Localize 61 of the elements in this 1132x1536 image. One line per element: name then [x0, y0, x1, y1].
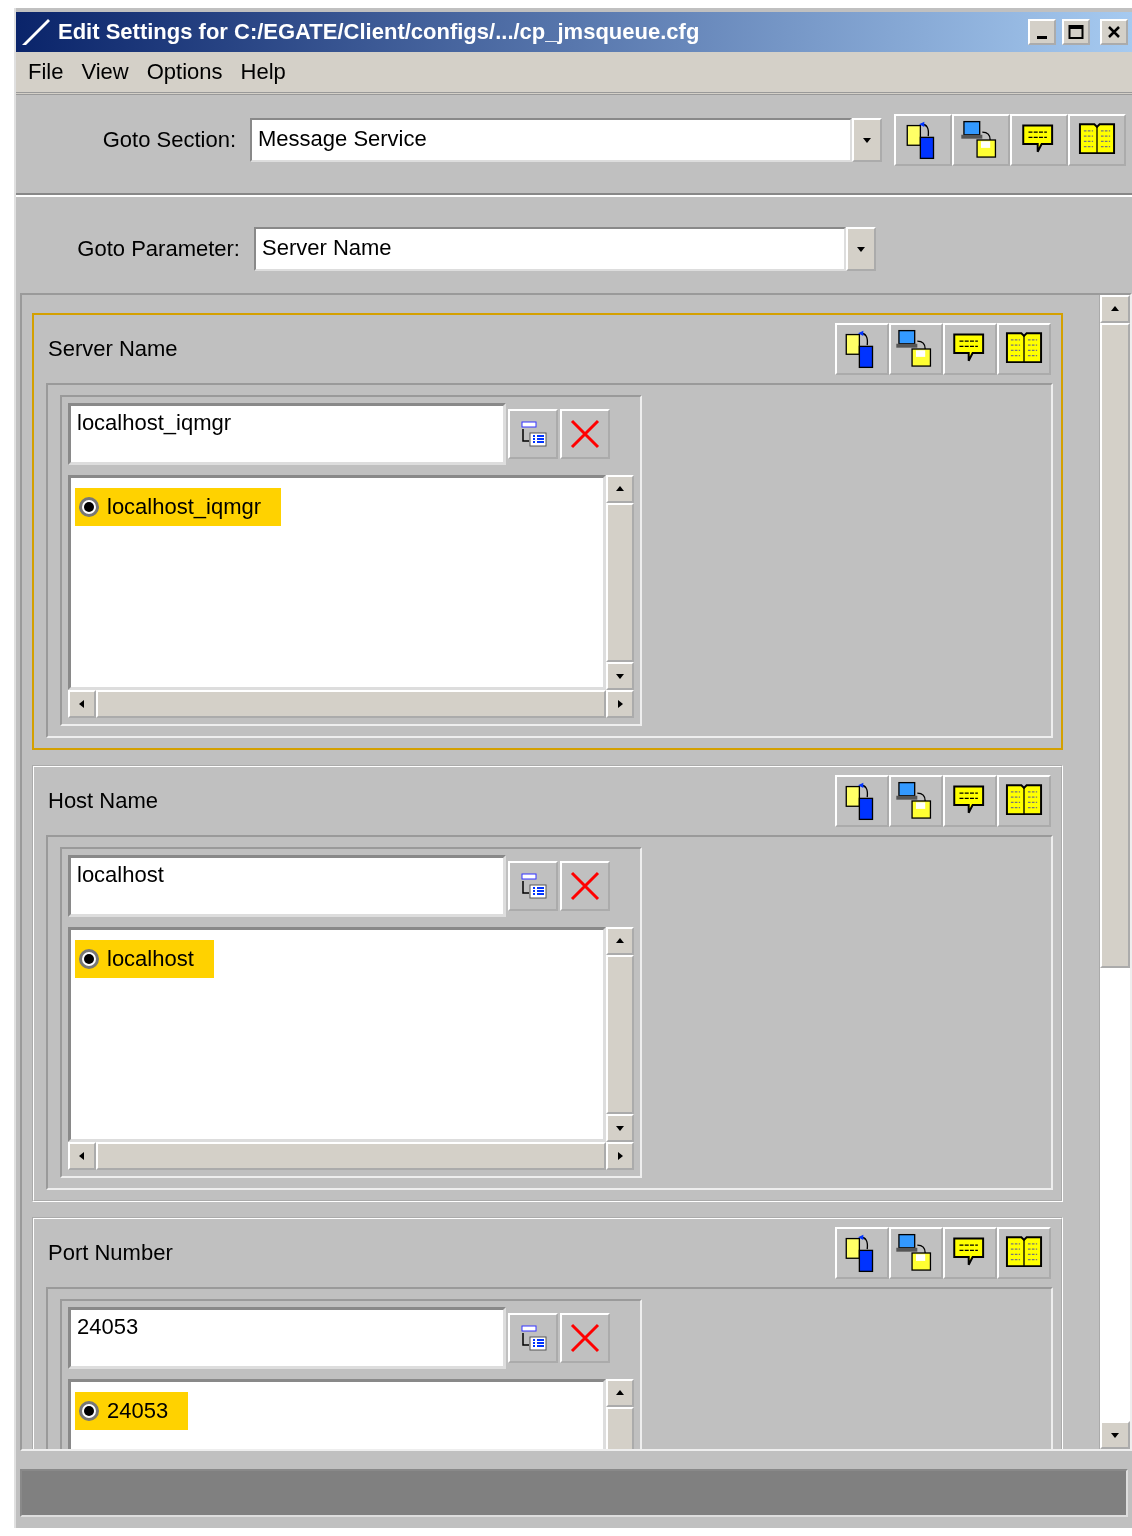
copy-to-device-button[interactable]: [894, 114, 952, 166]
field-label: Goto Parameter:: [76, 236, 241, 262]
field-label: Goto Section:: [101, 127, 237, 153]
value-field[interactable]: 24053: [68, 1307, 506, 1369]
radio-button[interactable]: [79, 497, 99, 517]
option-item[interactable]: localhost: [75, 940, 214, 978]
delete-icon: [569, 870, 601, 902]
speech-bubble-button[interactable]: [1010, 114, 1068, 166]
vertical-scrollbar[interactable]: [606, 927, 634, 1142]
list-icon: [518, 419, 548, 449]
book-button[interactable]: [1068, 114, 1126, 166]
minimize-button[interactable]: [1028, 19, 1056, 45]
copy-to-device-button[interactable]: [835, 1227, 889, 1279]
horizontal-scrollbar[interactable]: [68, 1142, 634, 1170]
computer-to-disk-button[interactable]: [952, 114, 1010, 166]
section-title: Host Name: [48, 788, 160, 814]
section-title: Port Number: [48, 1240, 174, 1266]
copy-to-device-button[interactable]: [835, 775, 889, 827]
app-icon: [20, 17, 52, 47]
maximize-icon: [1068, 24, 1084, 40]
minimize-icon: [1037, 35, 1047, 39]
book-button[interactable]: [997, 323, 1051, 375]
speech-bubble-button[interactable]: [943, 323, 997, 375]
delete-icon: [569, 418, 601, 450]
list-button[interactable]: [508, 1313, 558, 1363]
list-button[interactable]: [508, 861, 558, 911]
section-dropdown[interactable]: Message Service: [250, 118, 852, 162]
speech-bubble-button[interactable]: [943, 1227, 997, 1279]
delete-button[interactable]: [560, 1313, 610, 1363]
computer-to-disk-button[interactable]: [889, 323, 943, 375]
menu-item[interactable]: Help: [232, 59, 294, 85]
close-button[interactable]: [1100, 19, 1128, 45]
computer-to-disk-button[interactable]: [889, 1227, 943, 1279]
radio-button[interactable]: [79, 949, 99, 969]
value-field[interactable]: localhost: [68, 855, 506, 917]
list-icon: [518, 871, 548, 901]
delete-button[interactable]: [560, 409, 610, 459]
horizontal-scrollbar[interactable]: [68, 690, 634, 718]
value-field[interactable]: localhost_iqmgr: [68, 403, 506, 465]
menu-item[interactable]: Options: [138, 59, 231, 85]
option-item[interactable]: localhost_iqmgr: [75, 488, 282, 526]
menu-item[interactable]: View: [73, 59, 137, 85]
delete-button[interactable]: [560, 861, 610, 911]
speech-bubble-button[interactable]: [943, 775, 997, 827]
option-item[interactable]: 24053: [75, 1392, 189, 1430]
book-button[interactable]: [997, 775, 1051, 827]
radio-button[interactable]: [79, 1401, 99, 1421]
maximize-button[interactable]: [1062, 19, 1090, 45]
menu-item[interactable]: File: [20, 59, 72, 85]
parameter-dropdown[interactable]: Server Name: [254, 227, 846, 271]
vertical-scrollbar[interactable]: [606, 475, 634, 690]
close-icon: [1107, 25, 1121, 39]
section-title: Server Name: [48, 336, 179, 362]
book-button[interactable]: [997, 1227, 1051, 1279]
list-icon: [518, 1323, 548, 1353]
window-title: Edit Settings for C:/EGATE/Client/configs/.../cp_jmsqueue.cfg: [58, 19, 701, 45]
computer-to-disk-button[interactable]: [889, 775, 943, 827]
copy-to-device-button[interactable]: [835, 323, 889, 375]
vertical-scrollbar[interactable]: [1099, 295, 1130, 1449]
list-button[interactable]: [508, 409, 558, 459]
delete-icon: [569, 1322, 601, 1354]
